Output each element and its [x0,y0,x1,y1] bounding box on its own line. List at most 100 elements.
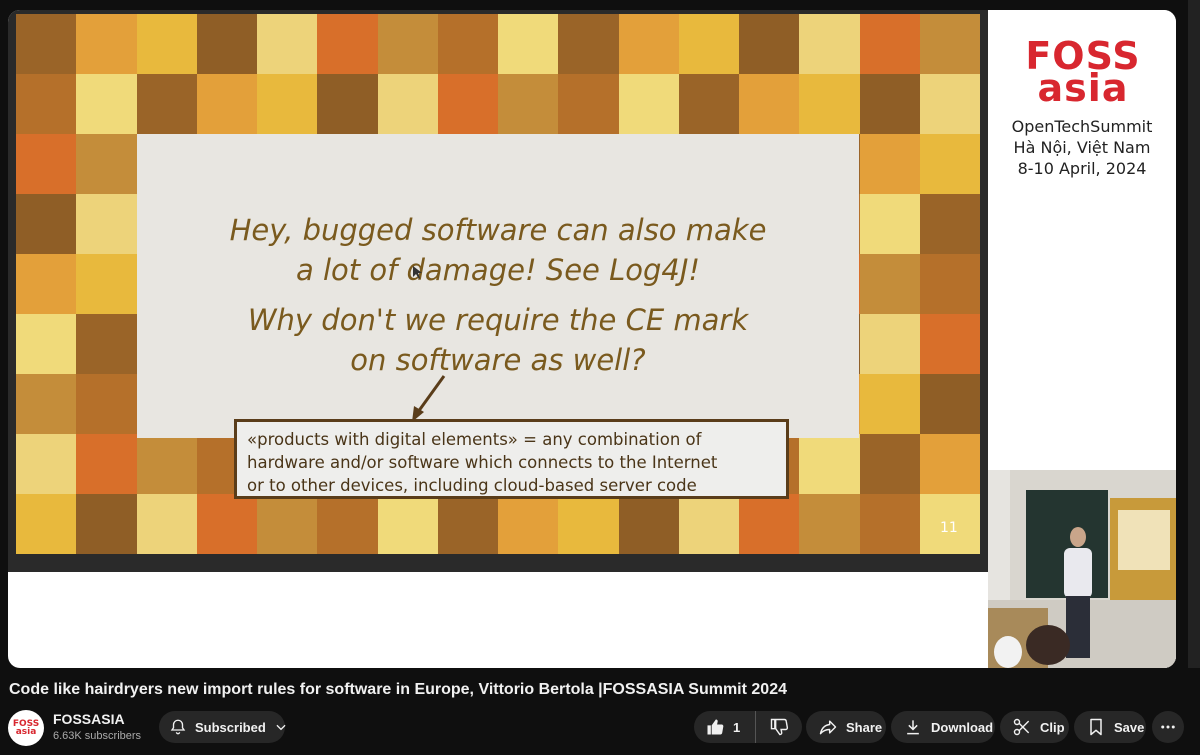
mosaic-tile [16,134,77,194]
subscribed-button[interactable]: Subscribed [159,711,286,743]
mosaic-tile [919,314,980,374]
dislike-button[interactable] [756,711,802,743]
more-actions-button[interactable] [1152,711,1184,743]
mosaic-tile [16,194,77,254]
slide-question: Why don't we require the CE mark on soft… [137,300,859,380]
mosaic-tile [196,14,257,74]
thumbs-up-icon [707,719,724,735]
mosaic-tile [317,74,378,134]
mosaic-tile [76,374,137,434]
mosaic-tile [76,74,137,134]
mosaic-tile [919,74,980,134]
event-dates: 8-10 April, 2024 [1017,159,1147,178]
subscribed-label: Subscribed [195,719,266,735]
mosaic-tile [437,74,498,134]
mosaic-tile [919,14,980,74]
slide-statement: Hey, bugged software can also make a lot… [137,210,859,290]
mosaic-tile [678,14,739,74]
mosaic-tile [136,14,197,74]
mosaic-tile [196,494,257,554]
mosaic-tile [739,74,800,134]
mosaic-tile [377,74,438,134]
mosaic-tile [257,74,318,134]
mosaic-tile [678,74,739,134]
mosaic-tile [919,194,980,254]
mosaic-tile [558,74,619,134]
mosaic-tile [437,494,498,554]
share-button[interactable]: Share [806,711,886,743]
mosaic-tile [618,74,679,134]
event-name: OpenTechSummit [1011,117,1153,136]
fossasia-logo: FOSS asia [1008,37,1158,107]
mosaic-tile [16,14,77,74]
mosaic-tile [859,254,920,314]
event-branding-panel: FOSS asia OpenTechSummit Hà Nội, Việt Na… [988,10,1176,668]
mosaic-tile [377,14,438,74]
mosaic-tile [859,434,920,494]
share-label: Share [846,719,883,735]
slide-frame: Hey, bugged software can also make a lot… [8,10,996,572]
slide-line-3: Why don't we require the CE mark [247,303,749,337]
youtube-watch-page: Hey, bugged software can also make a lot… [0,0,1200,755]
mosaic-tile [76,134,137,194]
mosaic-tile [317,14,378,74]
mosaic-tile [498,74,559,134]
mosaic-tile [136,434,197,494]
event-location: Hà Nội, Việt Nam [1013,138,1151,157]
mosaic-tile [16,374,77,434]
download-icon [907,720,919,735]
more-horizontal-icon [1161,725,1175,729]
clip-button[interactable]: Clip [1000,711,1069,743]
mosaic-tile [799,14,860,74]
mosaic-tile [678,494,739,554]
share-icon [819,720,837,735]
mosaic-tile [136,494,197,554]
mosaic-tile [377,494,438,554]
clip-label: Clip [1040,719,1065,735]
bookmark-icon [1090,718,1102,736]
mosaic-tile [618,14,679,74]
event-info: OpenTechSummit Hà Nội, Việt Nam 8-10 Apr… [988,116,1176,179]
mosaic-tile [498,14,559,74]
download-label: Download [931,719,994,735]
mosaic-tile [257,494,318,554]
video-player[interactable]: Hey, bugged software can also make a lot… [8,10,1176,668]
scissors-icon [1013,718,1030,736]
callout-line-3: or to other devices, including cloud-bas… [247,476,697,495]
avatar-logo-line-2: asia [15,727,37,737]
speaker-camera-feed [988,470,1176,668]
mosaic-tile [859,494,920,554]
mosaic-tile [498,494,559,554]
bell-icon [170,719,186,735]
save-button[interactable]: Save [1074,711,1146,743]
mosaic-tile [859,134,920,194]
mosaic-tile [799,494,860,554]
mosaic-tile [76,194,137,254]
sidebar-edge [1188,0,1200,668]
definition-callout: «products with digital elements» = any c… [234,419,789,499]
mosaic-tile [799,74,860,134]
mosaic-tile [919,134,980,194]
slide-page-number: 11 [940,520,958,536]
mosaic-tile [558,14,619,74]
chevron-down-icon [276,724,286,731]
mosaic-tile [799,434,860,494]
mosaic-tile [859,74,920,134]
mosaic-tile [859,374,920,434]
slide-line-2: a lot of damage! See Log4J! [295,253,701,287]
mouse-cursor-icon [413,266,422,279]
channel-action-row: FOSS asia FOSSASIA 6.63K subscribers Sub… [8,710,1192,746]
thumbs-down-icon [770,718,789,736]
mosaic-tile [859,314,920,374]
callout-line-1: «products with digital elements» = any c… [247,430,702,449]
callout-line-2: hardware and/or software which connects … [247,453,718,472]
speaker-video-image [988,470,1176,668]
channel-name[interactable]: FOSSASIA [53,711,125,727]
mosaic-tile [16,314,77,374]
mosaic-tile [859,194,920,254]
like-button[interactable]: 1 [694,711,756,743]
download-button[interactable]: Download [891,711,995,743]
channel-avatar[interactable]: FOSS asia [8,710,44,746]
avatar-logo: FOSS asia [13,720,39,737]
like-dislike-group: 1 [694,711,802,743]
